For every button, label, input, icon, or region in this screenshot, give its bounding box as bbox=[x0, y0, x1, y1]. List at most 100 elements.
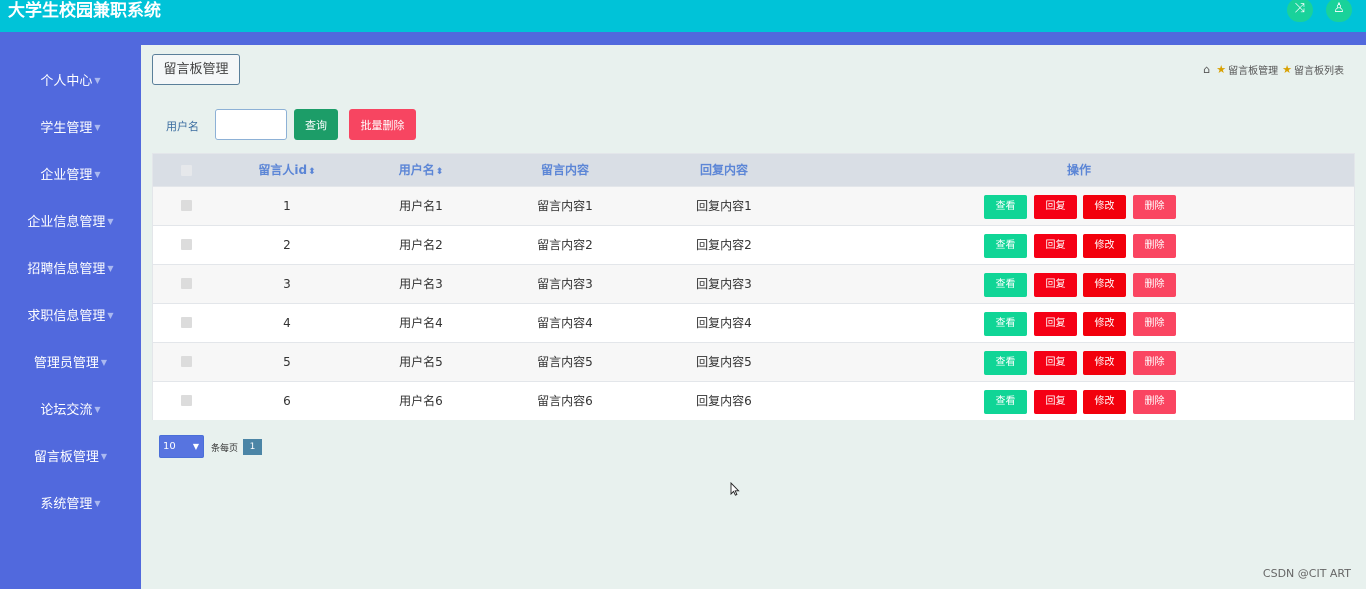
page-number-button[interactable]: 1 bbox=[243, 439, 262, 455]
delete-button[interactable]: 删除 bbox=[1133, 312, 1176, 336]
cell-username: 用户名6 bbox=[399, 394, 443, 408]
reply-button[interactable]: 回复 bbox=[1034, 234, 1077, 258]
sidebar-item-label: 学生管理 bbox=[40, 121, 93, 136]
shuffle-icon[interactable]: ⤨ bbox=[1287, 0, 1313, 22]
select-all-checkbox[interactable] bbox=[181, 165, 192, 176]
sort-icon: ⬍ bbox=[435, 167, 444, 177]
reply-button[interactable]: 回复 bbox=[1034, 351, 1077, 375]
row-checkbox[interactable] bbox=[181, 395, 192, 406]
cell-username: 用户名3 bbox=[399, 277, 443, 291]
table-header: 留言人id⬍ 用户名⬍ 留言内容 回复内容 操作 bbox=[153, 154, 1354, 186]
cell-id: 5 bbox=[283, 355, 291, 369]
view-button[interactable]: 查看 bbox=[984, 195, 1027, 219]
column-header-content: 留言内容 bbox=[540, 163, 590, 177]
breadcrumb-item: 留言板列表 bbox=[1294, 65, 1344, 77]
user-icon[interactable]: ♙ bbox=[1326, 0, 1352, 22]
view-button[interactable]: 查看 bbox=[984, 390, 1027, 414]
caret-down-icon: ▼ bbox=[107, 217, 114, 226]
message-table: 留言人id⬍ 用户名⬍ 留言内容 回复内容 操作 1 用户名1 留言内容1 回复… bbox=[152, 153, 1355, 420]
row-checkbox[interactable] bbox=[181, 356, 192, 367]
column-header-label: 留言人id bbox=[258, 163, 308, 177]
cell-content: 留言内容5 bbox=[537, 355, 593, 369]
cell-reply: 回复内容2 bbox=[696, 238, 752, 252]
edit-button[interactable]: 修改 bbox=[1083, 195, 1126, 219]
edit-button[interactable]: 修改 bbox=[1083, 234, 1126, 258]
sidebar-item-label: 系统管理 bbox=[40, 497, 93, 512]
cell-id: 2 bbox=[283, 238, 291, 252]
edit-button[interactable]: 修改 bbox=[1083, 390, 1126, 414]
table-row: 3 用户名3 留言内容3 回复内容3 查看 回复 修改 删除 bbox=[153, 264, 1354, 303]
view-button[interactable]: 查看 bbox=[984, 351, 1027, 375]
cell-reply: 回复内容6 bbox=[696, 394, 752, 408]
sidebar-item-system[interactable]: 系统管理 ▼ bbox=[0, 492, 141, 516]
row-checkbox[interactable] bbox=[181, 239, 192, 250]
sidebar-item-label: 企业信息管理 bbox=[27, 215, 106, 230]
column-header-id[interactable]: 留言人id⬍ bbox=[258, 154, 315, 186]
column-header-username[interactable]: 用户名⬍ bbox=[399, 154, 444, 186]
batch-delete-button[interactable]: 批量删除 bbox=[349, 109, 416, 140]
sidebar-item-label: 个人中心 bbox=[40, 74, 93, 89]
reply-button[interactable]: 回复 bbox=[1034, 312, 1077, 336]
cell-username: 用户名4 bbox=[399, 316, 443, 330]
username-label: 用户名 bbox=[166, 120, 199, 133]
view-button[interactable]: 查看 bbox=[984, 273, 1027, 297]
sidebar-item-admins[interactable]: 管理员管理 ▼ bbox=[0, 351, 141, 375]
caret-down-icon: ▼ bbox=[94, 170, 101, 179]
username-search-input[interactable] bbox=[215, 109, 287, 140]
sidebar-item-job-seeking[interactable]: 求职信息管理 ▼ bbox=[0, 304, 141, 328]
reply-button[interactable]: 回复 bbox=[1034, 195, 1077, 219]
delete-button[interactable]: 删除 bbox=[1133, 195, 1176, 219]
cell-id: 4 bbox=[283, 316, 291, 330]
home-icon[interactable]: ⌂ bbox=[1203, 63, 1210, 76]
edit-button[interactable]: 修改 bbox=[1083, 351, 1126, 375]
star-icon: ★ bbox=[1282, 62, 1292, 76]
sidebar-item-students[interactable]: 学生管理 ▼ bbox=[0, 116, 141, 140]
caret-down-icon: ▼ bbox=[107, 311, 114, 320]
delete-button[interactable]: 删除 bbox=[1133, 234, 1176, 258]
column-header-label: 用户名 bbox=[398, 163, 435, 177]
sort-icon: ⬍ bbox=[308, 167, 316, 177]
header-stripe bbox=[0, 32, 1366, 45]
page-title: 留言板管理 bbox=[152, 54, 240, 85]
reply-button[interactable]: 回复 bbox=[1034, 390, 1077, 414]
cell-content: 留言内容1 bbox=[537, 199, 593, 213]
sidebar-item-message-board[interactable]: 留言板管理 ▼ bbox=[0, 445, 141, 469]
sidebar-item-label: 管理员管理 bbox=[33, 356, 99, 371]
delete-button[interactable]: 删除 bbox=[1133, 390, 1176, 414]
top-bar: 大学生校园兼职系统 ⤨ ♙ bbox=[0, 0, 1366, 32]
caret-down-icon: ▼ bbox=[107, 264, 114, 273]
edit-button[interactable]: 修改 bbox=[1083, 273, 1126, 297]
breadcrumb-item[interactable]: 留言板管理 bbox=[1228, 62, 1278, 77]
query-button[interactable]: 查询 bbox=[294, 109, 338, 140]
sidebar-item-company-info[interactable]: 企业信息管理 ▼ bbox=[0, 210, 141, 234]
caret-down-icon: ▼ bbox=[100, 358, 108, 367]
caret-down-icon: ▼ bbox=[100, 452, 108, 461]
cell-reply: 回复内容4 bbox=[696, 316, 752, 330]
cell-username: 用户名2 bbox=[399, 238, 443, 252]
row-checkbox[interactable] bbox=[181, 200, 192, 211]
view-button[interactable]: 查看 bbox=[984, 234, 1027, 258]
star-icon: ★ bbox=[1216, 62, 1227, 76]
view-button[interactable]: 查看 bbox=[984, 312, 1027, 336]
sidebar-item-companies[interactable]: 企业管理 ▼ bbox=[0, 163, 141, 187]
delete-button[interactable]: 删除 bbox=[1133, 273, 1176, 297]
watermark: CSDN @CIT ART bbox=[1262, 567, 1351, 580]
page-size-value: 10 bbox=[163, 441, 176, 452]
reply-button[interactable]: 回复 bbox=[1034, 273, 1077, 297]
cell-reply: 回复内容1 bbox=[696, 199, 752, 213]
row-checkbox[interactable] bbox=[181, 278, 192, 289]
sidebar-item-forum[interactable]: 论坛交流 ▼ bbox=[0, 398, 141, 422]
cell-reply: 回复内容3 bbox=[696, 277, 752, 291]
edit-button[interactable]: 修改 bbox=[1083, 312, 1126, 336]
cell-username: 用户名1 bbox=[399, 199, 443, 213]
sidebar-item-recruitment[interactable]: 招聘信息管理 ▼ bbox=[0, 257, 141, 281]
per-page-label: 条每页 bbox=[211, 444, 239, 454]
column-header-actions: 操作 bbox=[1066, 163, 1092, 177]
chevron-down-icon: ▼ bbox=[192, 442, 199, 451]
column-header-reply: 回复内容 bbox=[699, 163, 749, 177]
page-size-select[interactable]: 10 ▼ bbox=[159, 435, 204, 458]
row-checkbox[interactable] bbox=[181, 317, 192, 328]
delete-button[interactable]: 删除 bbox=[1133, 351, 1176, 375]
cell-username: 用户名5 bbox=[399, 355, 443, 369]
sidebar-item-personal-center[interactable]: 个人中心 ▼ bbox=[0, 69, 141, 93]
